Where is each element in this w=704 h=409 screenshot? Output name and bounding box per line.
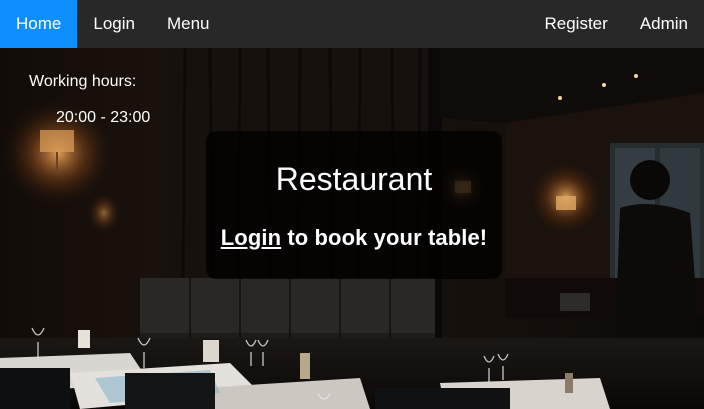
nav-login-link[interactable]: Login	[77, 0, 151, 48]
nav-right-group: Register Admin	[529, 0, 704, 48]
nav-left-group: Home Login Menu	[0, 0, 226, 48]
nav-register-link[interactable]: Register	[529, 0, 624, 48]
hero-login-link[interactable]: Login	[221, 225, 281, 250]
top-navbar: Home Login Menu Register Admin	[0, 0, 704, 48]
nav-menu-link[interactable]: Menu	[151, 0, 226, 48]
hero-card: Restaurant Login to book your table!	[206, 131, 502, 279]
hero-booking-text: to book your table!	[281, 225, 488, 250]
hero-title: Restaurant	[275, 161, 433, 197]
hero-booking-prompt: Login to book your table!	[206, 225, 502, 251]
working-hours-label: Working hours:	[29, 73, 137, 90]
nav-home-link[interactable]: Home	[0, 0, 78, 48]
nav-admin-link[interactable]: Admin	[624, 0, 704, 48]
working-hours-value: 20:00 - 23:00	[56, 109, 151, 126]
